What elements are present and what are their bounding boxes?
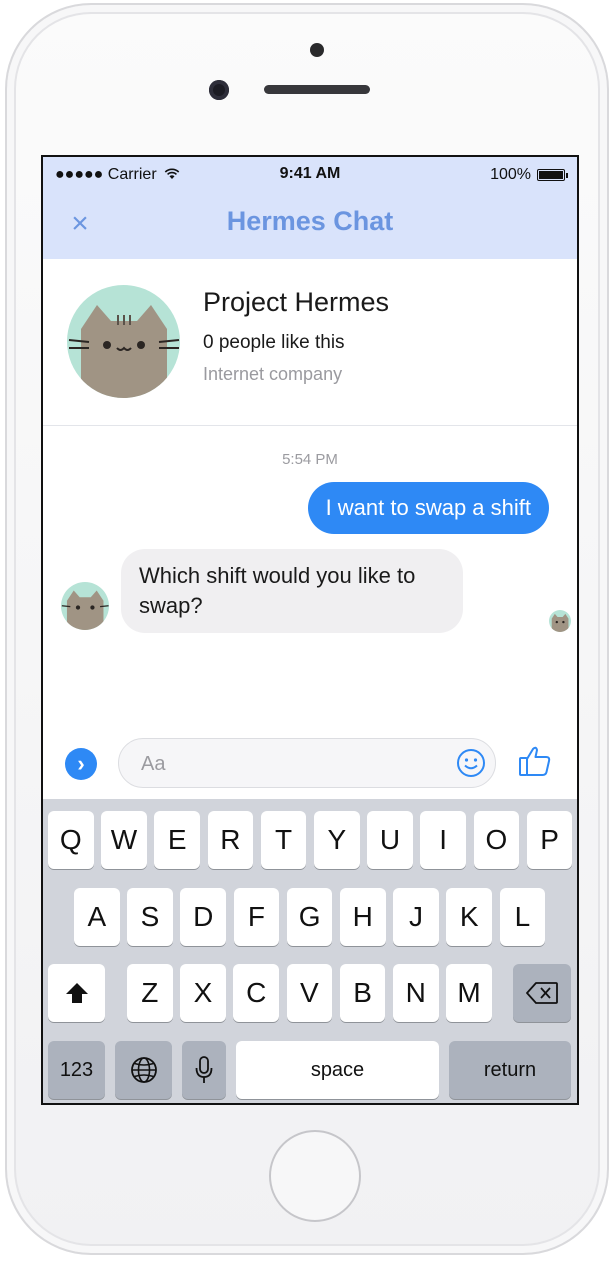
globe-key[interactable] <box>115 1041 172 1099</box>
key-s[interactable]: S <box>127 888 173 946</box>
shift-key[interactable] <box>48 964 105 1022</box>
key-e[interactable]: E <box>154 811 200 869</box>
status-bar: ●●●●● Carrier 9:41 AM 100% <box>43 157 577 193</box>
numbers-key[interactable]: 123 <box>48 1041 105 1099</box>
outgoing-message[interactable]: I want to swap a shift <box>307 482 549 534</box>
key-u[interactable]: U <box>367 811 413 869</box>
sensor-dot <box>310 43 324 57</box>
globe-icon <box>130 1057 157 1083</box>
message-input[interactable] <box>139 751 443 777</box>
bot-avatar <box>61 582 109 630</box>
dictation-key[interactable] <box>182 1041 226 1099</box>
key-a[interactable]: A <box>74 888 120 946</box>
microphone-icon <box>195 1056 213 1083</box>
key-j[interactable]: J <box>393 888 439 946</box>
page-title: Hermes Chat <box>226 206 394 236</box>
key-p[interactable]: P <box>526 811 573 869</box>
expand-actions-button[interactable]: › <box>65 748 97 780</box>
key-g[interactable]: G <box>286 888 333 946</box>
key-v[interactable]: V <box>286 964 333 1022</box>
key-n[interactable]: N <box>393 964 439 1022</box>
earpiece-speaker <box>264 85 370 94</box>
battery-indicator: 100% <box>490 166 568 184</box>
delete-key[interactable] <box>513 964 571 1022</box>
phone-screen: ●●●●● Carrier 9:41 AM 100% × Hermes Chat <box>41 155 579 1105</box>
seen-avatar-icon <box>549 610 571 632</box>
key-b[interactable]: B <box>339 964 386 1022</box>
key-m[interactable]: M <box>446 964 492 1022</box>
key-d[interactable]: D <box>180 888 226 946</box>
key-o[interactable]: O <box>473 811 520 869</box>
key-l[interactable]: L <box>499 888 546 946</box>
key-t[interactable]: T <box>260 811 307 869</box>
avatar <box>67 285 180 398</box>
return-key[interactable]: return <box>449 1041 571 1099</box>
space-key[interactable]: space <box>236 1041 439 1099</box>
profile-card[interactable]: Project Hermes 0 people like this Intern… <box>43 259 577 426</box>
message-composer: › <box>43 727 577 799</box>
home-button[interactable] <box>269 1130 361 1222</box>
profile-category: Internet company <box>203 364 343 384</box>
backspace-icon <box>526 982 558 1004</box>
key-x[interactable]: X <box>180 964 226 1022</box>
pusheen-cat-icon <box>551 613 569 632</box>
profile-likes: 0 people like this <box>203 332 345 353</box>
profile-name: Project Hermes <box>203 287 390 317</box>
pusheen-cat-icon <box>68 305 180 398</box>
key-k[interactable]: K <box>446 888 492 946</box>
battery-percent: 100% <box>490 166 531 183</box>
key-i[interactable]: I <box>420 811 466 869</box>
thumbs-up-icon[interactable] <box>517 743 553 779</box>
chat-header: ●●●●● Carrier 9:41 AM 100% × Hermes Chat <box>43 157 577 259</box>
front-camera <box>209 80 229 100</box>
emoji-icon[interactable] <box>456 748 486 778</box>
incoming-message[interactable]: Which shift would you like to swap? <box>121 549 463 633</box>
message-timestamp: 5:54 PM <box>282 451 338 468</box>
shift-arrow-icon <box>65 983 88 1003</box>
key-z[interactable]: Z <box>127 964 173 1022</box>
key-c[interactable]: C <box>233 964 279 1022</box>
key-r[interactable]: R <box>207 811 254 869</box>
pusheen-cat-icon <box>61 590 109 630</box>
message-input-wrapper[interactable] <box>118 738 496 788</box>
key-h[interactable]: H <box>340 888 386 946</box>
key-w[interactable]: W <box>101 811 147 869</box>
on-screen-keyboard: QWERTYUIOP ASDFGHJKL ZXCVBNM 123 space r… <box>43 799 577 1103</box>
key-y[interactable]: Y <box>314 811 360 869</box>
key-f[interactable]: F <box>233 888 280 946</box>
battery-icon <box>537 169 568 181</box>
key-q[interactable]: Q <box>48 811 94 869</box>
chat-screen: ●●●●● Carrier 9:41 AM 100% × Hermes Chat <box>43 157 577 1103</box>
